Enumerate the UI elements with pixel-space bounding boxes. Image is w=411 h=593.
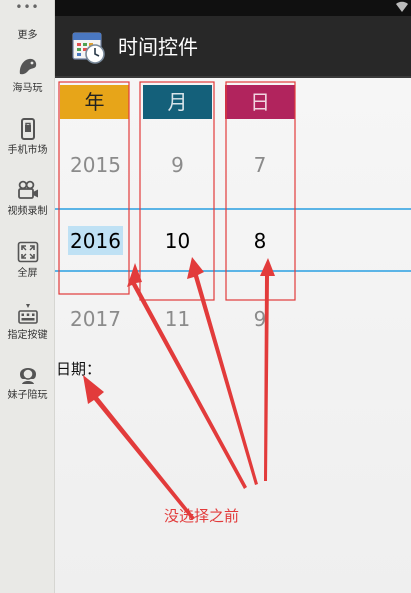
emulator-toolbar: ••• 更多 海马玩 手机市场 视频录制 全屏 指定按键 妹子陪玩 (0, 0, 55, 593)
arrow-to-date-label (83, 375, 195, 520)
toolbar-item-label: 全屏 (17, 268, 38, 279)
arrow-to-month (187, 257, 258, 485)
month-column-outline (139, 81, 215, 301)
toolbar-item-haimawan[interactable]: 海马玩 (0, 55, 55, 95)
more-dots-icon[interactable]: ••• (0, 0, 55, 16)
toolbar-item-label: 海马玩 (12, 83, 43, 94)
girl-icon (19, 368, 36, 384)
arrow-to-year (127, 263, 247, 489)
keyboard-icon (17, 304, 38, 324)
toolbar-item-keymap[interactable]: 指定按键 (0, 302, 55, 342)
toolbar-item-label: 手机市场 (7, 145, 48, 156)
annotation-note: 没选择之前 (164, 507, 240, 525)
toolbar-item-label: 视频录制 (7, 206, 48, 217)
arrow-to-day (260, 258, 275, 481)
toolbar-item-market[interactable]: 手机市场 (0, 117, 55, 157)
year-column-outline (58, 81, 130, 295)
day-column-outline (225, 81, 296, 301)
toolbar-item-label: 妹子陪玩 (7, 390, 48, 401)
market-icon (20, 118, 35, 140)
toolbar-item-more[interactable]: 更多 (0, 29, 55, 42)
toolbar-item-label: 指定按键 (7, 330, 48, 341)
toolbar-item-record[interactable]: 视频录制 (0, 178, 55, 218)
hippo-icon (19, 58, 36, 75)
toolbar-item-fullscreen[interactable]: 全屏 (0, 240, 55, 280)
toolbar-item-girl[interactable]: 妹子陪玩 (0, 362, 55, 402)
camera-icon (17, 180, 38, 199)
fullscreen-icon (17, 241, 38, 263)
toolbar-item-label: 更多 (17, 30, 38, 41)
